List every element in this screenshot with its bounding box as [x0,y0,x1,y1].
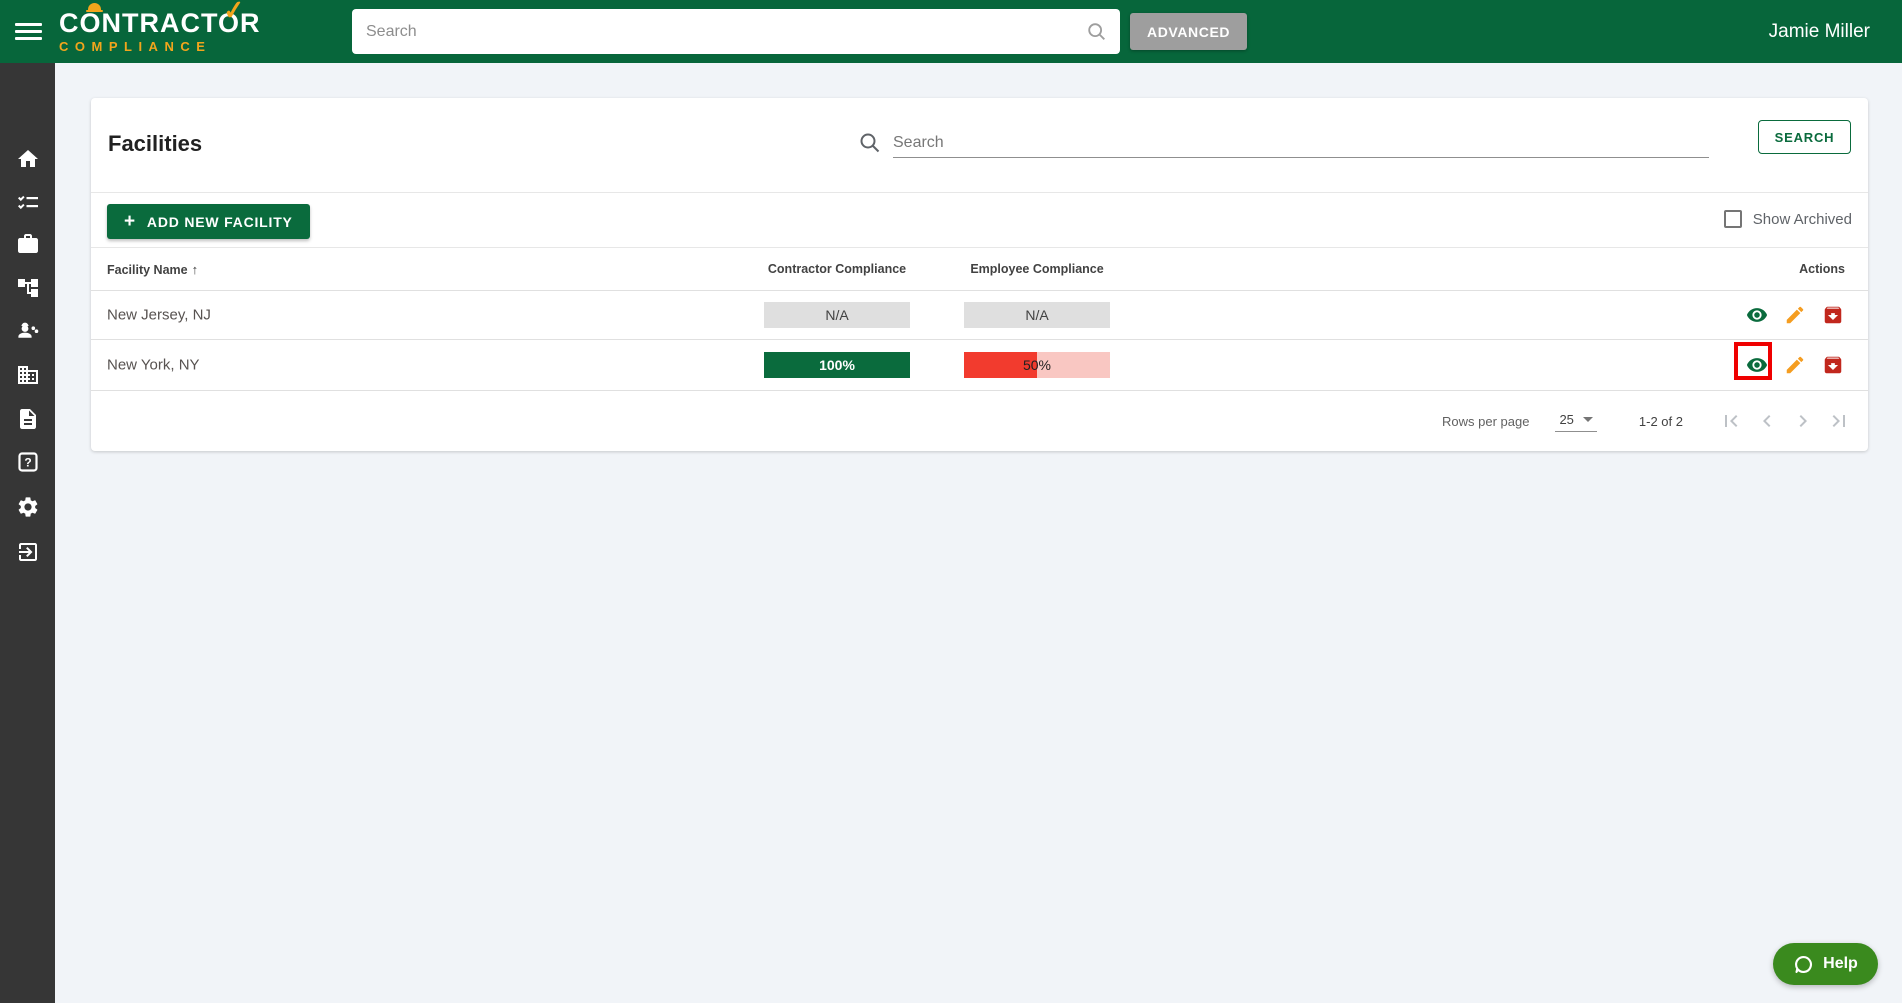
app-logo: CONTRACTOR ✓ COMPLIANCE [59,0,261,54]
briefcase-icon [17,234,38,253]
show-archived-checkbox[interactable] [1723,210,1742,228]
hamburger-menu-icon[interactable] [15,21,45,43]
facility-name-cell: New Jersey, NJ [107,306,211,324]
archive-icon [1824,356,1842,374]
archive-facility-button[interactable] [1821,303,1845,327]
page-range-label: 1-2 of 2 [1638,413,1683,429]
row-actions [1745,303,1845,327]
column-header-employee-compliance: Employee Compliance [970,262,1104,276]
hardhat-icon [86,3,103,12]
row-actions [1734,342,1845,380]
document-icon [19,409,36,429]
sidebar-item-hierarchy[interactable] [0,271,55,305]
add-facility-label: ADD NEW FACILITY [146,213,293,230]
facilities-search-input[interactable] [893,128,1709,158]
card-toolbar-row: + ADD NEW FACILITY Show Archived [91,192,1868,247]
employee-compliance-value: 50% [1022,357,1052,373]
next-page-button[interactable] [1791,409,1815,433]
logo-text-compliance: COMPLIANCE [59,39,212,54]
view-facility-button[interactable] [1734,342,1772,380]
chevron-left-icon [1763,415,1771,427]
last-page-icon [1832,415,1845,427]
last-page-button[interactable] [1827,409,1851,433]
previous-page-button[interactable] [1755,409,1779,433]
sidebar-item-checklist[interactable] [0,186,55,220]
card-title-row: Facilities SEARCH [91,98,1868,192]
first-page-button[interactable] [1719,409,1743,433]
user-name[interactable]: Jamie Miller [1769,0,1870,63]
global-search-input[interactable] [352,22,1086,41]
sidebar-item-logout[interactable] [0,535,55,569]
checkmark-icon: ✓ [221,0,246,26]
sidebar-item-facilities[interactable] [0,358,55,392]
settings-gear-icon [18,497,37,517]
column-header-actions: Actions [1799,262,1845,276]
main-content: Facilities SEARCH + ADD NEW FACILITY Sho… [55,63,1902,1003]
pencil-icon [1786,356,1804,374]
add-facility-button[interactable]: + ADD NEW FACILITY [107,204,310,239]
archive-icon [1824,306,1842,324]
top-header-bar: CONTRACTOR ✓ COMPLIANCE ADVANCED Jamie M… [0,0,1902,63]
rows-per-page-label: Rows per page [1441,413,1530,429]
help-button[interactable]: Help [1773,943,1878,985]
search-icon [1088,22,1105,40]
edit-facility-button[interactable] [1783,353,1807,377]
eye-icon [1746,358,1768,372]
chevron-down-icon [1582,417,1593,422]
logout-icon [18,543,37,561]
sidebar-item-contractors[interactable] [0,314,55,348]
table-header-row: Facility Name ↑ Contractor Compliance Em… [91,247,1868,290]
sidebar-item-help[interactable]: ? [0,445,55,479]
global-search-bar [352,9,1120,54]
eye-icon [1746,308,1768,322]
search-icon [860,133,880,153]
sidebar-item-home[interactable] [0,142,55,176]
sidebar-nav: ? [0,63,55,1003]
sort-ascending-icon: ↑ [191,262,199,277]
employee-compliance-badge: N/A [964,302,1110,328]
show-archived-label: Show Archived [1752,210,1852,228]
sitemap-icon [17,279,38,297]
help-icon: ? [17,452,38,472]
first-page-icon [1725,415,1738,427]
column-header-facility-name[interactable]: Facility Name ↑ [107,262,198,277]
help-label: Help [1823,955,1858,972]
column-header-contractor-compliance: Contractor Compliance [767,262,907,276]
sidebar-item-settings[interactable] [0,490,55,524]
advanced-search-button[interactable]: ADVANCED [1130,13,1248,50]
employee-compliance-bar: 50% [964,352,1110,378]
svg-text:?: ? [24,455,31,469]
view-facility-button[interactable] [1745,303,1769,327]
edit-facility-button[interactable] [1783,303,1807,327]
table-row: New Jersey, NJ N/A N/A [91,290,1868,339]
contractor-compliance-badge: N/A [764,302,910,328]
home-icon [17,150,38,167]
chat-bubble-icon [1795,955,1813,973]
worker-icon [17,322,38,338]
chevron-right-icon [1799,415,1807,427]
facility-name-cell: New York, NY [107,356,200,374]
plus-icon: + [124,210,136,232]
rows-per-page-value: 25 [1559,412,1574,427]
contractor-compliance-bar: 100% [764,352,910,378]
table-pagination: Rows per page 25 1-2 of 2 [91,390,1868,451]
sidebar-item-documents[interactable] [0,402,55,436]
sidebar-item-jobs[interactable] [0,227,55,261]
pencil-icon [1786,306,1804,324]
building-icon [17,366,38,384]
archive-facility-button[interactable] [1821,353,1845,377]
facilities-card: Facilities SEARCH + ADD NEW FACILITY Sho… [91,98,1868,451]
checklist-icon [17,195,38,210]
table-row: New York, NY 100% 50% [91,339,1868,390]
rows-per-page-select[interactable]: 25 [1555,410,1597,432]
show-archived-control[interactable]: Show Archived [1723,210,1852,228]
page-title: Facilities [108,131,203,156]
search-button[interactable]: SEARCH [1758,120,1851,154]
